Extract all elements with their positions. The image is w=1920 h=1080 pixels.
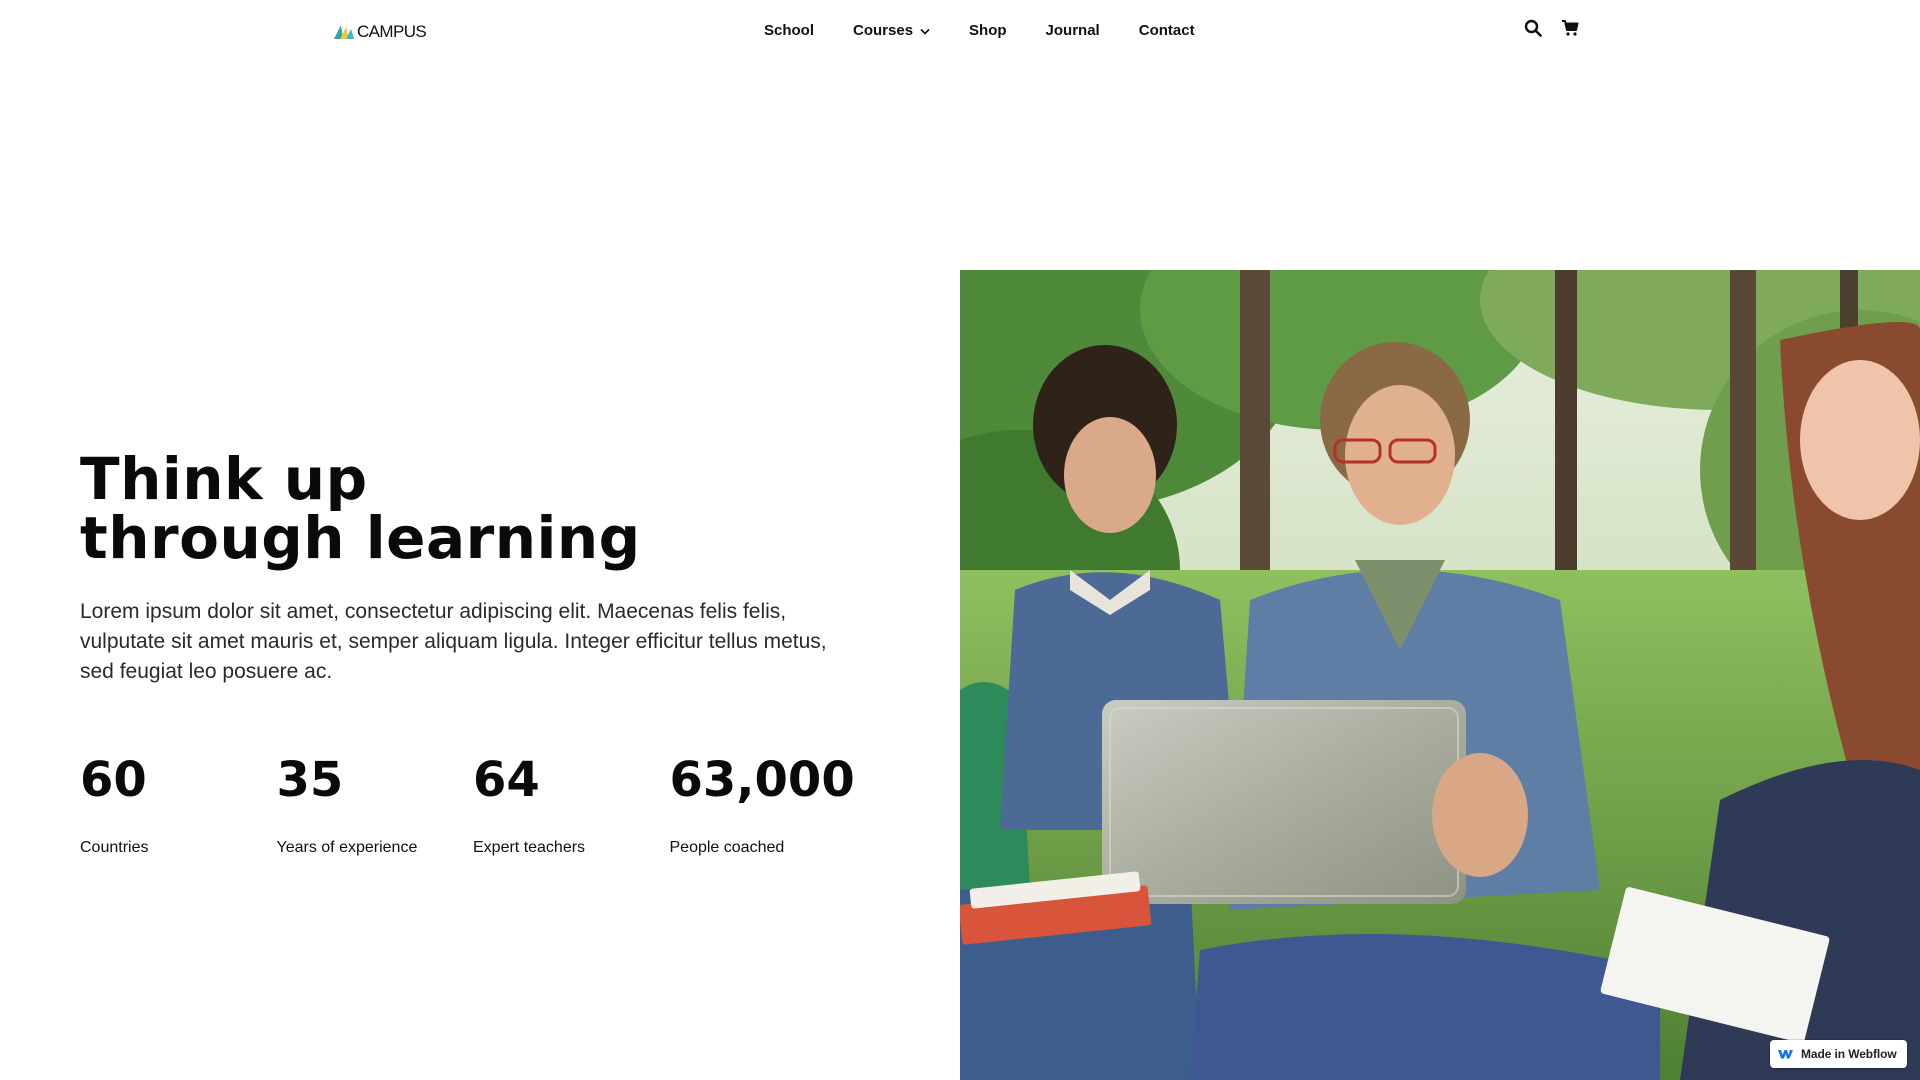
logo-text: CAMPUS (357, 21, 427, 41)
stat-value: 64 (473, 752, 540, 808)
stat-label: Expert teachers (473, 839, 586, 856)
nav-item-school[interactable]: School (764, 20, 814, 42)
campus-logo[interactable]: CAMPUS (334, 21, 427, 41)
hero-title-line: Think up (80, 445, 368, 513)
nav-item-journal[interactable]: Journal (1046, 20, 1100, 42)
stat-label: People coached (669, 839, 785, 856)
cart-button[interactable] (1561, 19, 1579, 37)
stat-value: 63,000 (669, 752, 855, 808)
main-menu: School Courses Shop Journal Contact (764, 20, 1195, 42)
nav-item-label: Journal (1045, 22, 1100, 39)
logo-mark-icon (334, 25, 354, 39)
hero-description: Lorem ipsum dolor sit amet, consectetur … (80, 600, 827, 683)
search-icon (1524, 19, 1542, 37)
nav-item-courses[interactable]: Courses (853, 20, 930, 42)
stat-label: Years of experience (276, 839, 418, 856)
nav-item-label: Contact (1138, 22, 1195, 39)
webflow-logo-icon (1778, 1050, 1793, 1059)
nav-item-label: School (764, 22, 815, 39)
stat-value: 60 (80, 752, 147, 808)
nav-item-shop[interactable]: Shop (969, 20, 1007, 42)
chevron-down-icon (920, 28, 930, 35)
stat-item: 35 Years of experience (277, 750, 474, 858)
stat-value: 35 (276, 752, 344, 808)
hero-photo (960, 270, 1920, 1080)
site-header: CAMPUS School Courses Shop Journal Conta… (0, 0, 1920, 62)
students-outdoor-photo (960, 270, 1920, 1080)
stat-label: Countries (80, 839, 149, 856)
stat-item: 60 Countries (80, 750, 277, 858)
header-actions (1524, 19, 1579, 37)
stat-item: 63,000 People coached (670, 750, 867, 858)
nav-item-contact[interactable]: Contact (1139, 20, 1195, 42)
hero-title: Think up through learning (80, 450, 641, 568)
nav-item-label: Shop (969, 22, 1007, 39)
search-button[interactable] (1524, 19, 1542, 37)
hero-title-line: through learning (80, 504, 641, 572)
cart-icon (1562, 20, 1579, 36)
stat-item: 64 Expert teachers (473, 750, 670, 858)
nav-item-label: Courses (853, 22, 914, 39)
made-in-webflow-badge[interactable]: Made in Webflow (1770, 1040, 1907, 1068)
stats-row: 60 Countries 35 Years of experience 64 E… (80, 750, 866, 858)
badge-label: Made in Webflow (1801, 1047, 1897, 1061)
